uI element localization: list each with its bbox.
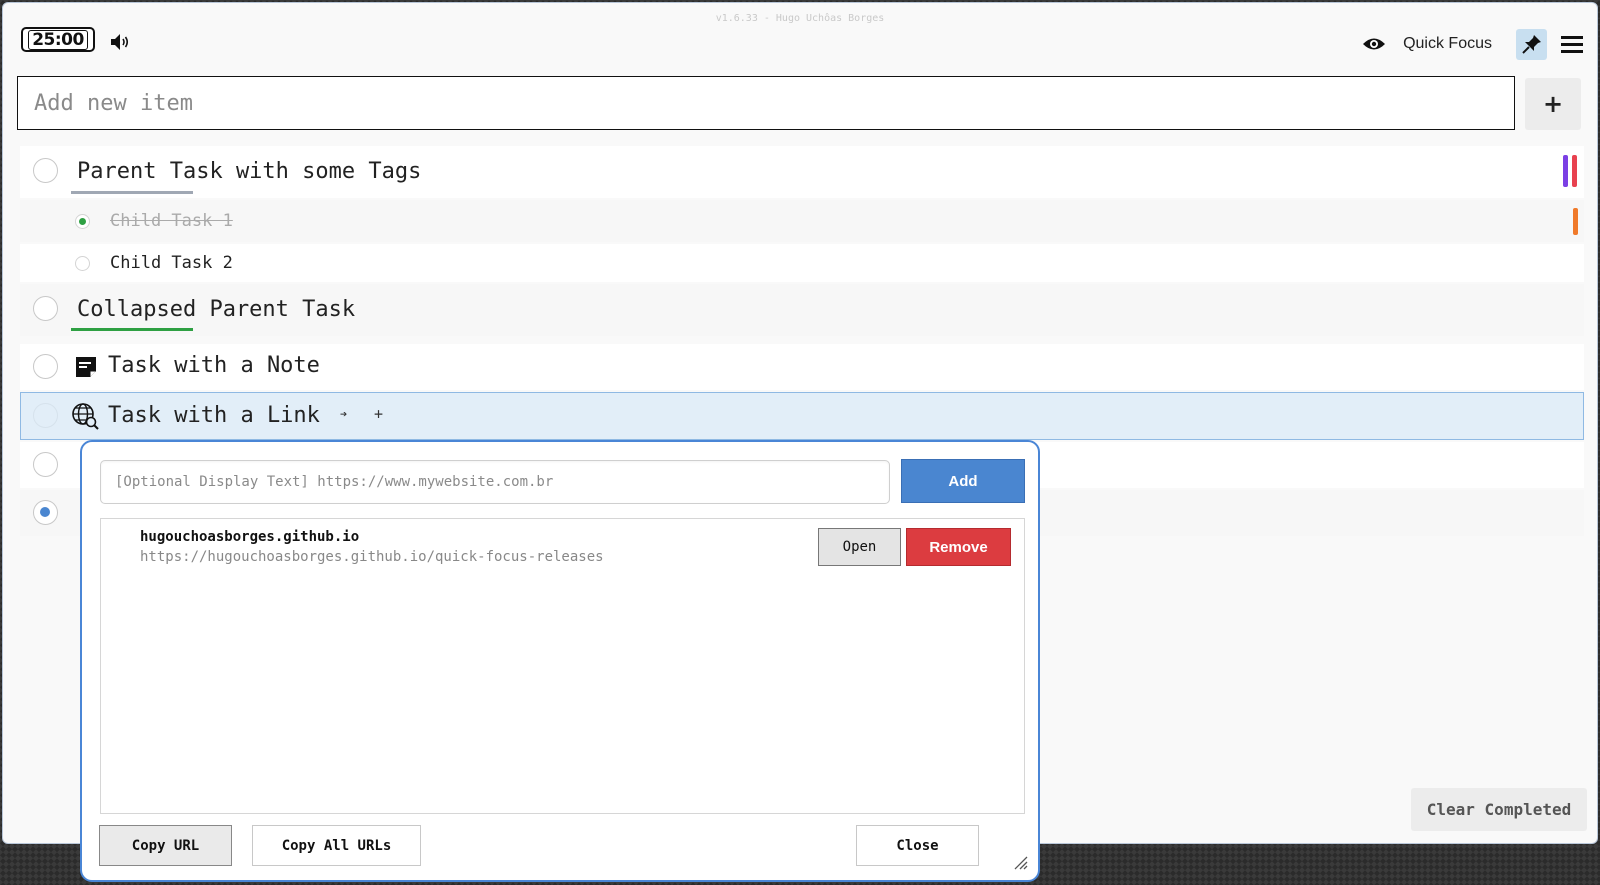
add-subtask-icon[interactable]: +: [374, 405, 383, 423]
subtask-label: Child Task 2: [110, 253, 233, 273]
clear-completed-button[interactable]: Clear Completed: [1411, 788, 1587, 831]
task-label: Collapsed Parent Task: [77, 297, 356, 322]
resize-handle-icon[interactable]: [1012, 854, 1028, 870]
pin-icon: [1521, 35, 1541, 54]
copy-all-urls-button[interactable]: Copy All URLs: [252, 825, 421, 866]
link-display-name: hugouchoasborges.github.io: [140, 529, 360, 545]
task-label: Task with a Link: [108, 403, 320, 428]
tag-marker: [1573, 208, 1578, 235]
hamburger-menu-icon[interactable]: [1557, 29, 1587, 59]
version-label: v1.6.33 - Hugo Uchôas Borges: [715, 13, 885, 24]
app-name-label: Quick Focus: [1403, 35, 1492, 52]
copy-url-button[interactable]: Copy URL: [99, 825, 232, 866]
task-checkbox[interactable]: [33, 354, 58, 379]
task-underline: [71, 328, 193, 331]
task-checkbox[interactable]: [33, 158, 58, 183]
add-item-input[interactable]: [17, 76, 1515, 130]
task-checkbox[interactable]: [33, 452, 58, 477]
eye-icon[interactable]: [1359, 29, 1389, 59]
task-row[interactable]: Parent Task with some Tags: [20, 146, 1584, 198]
subtask-row[interactable]: Child Task 1: [20, 200, 1584, 242]
speaker-icon[interactable]: [109, 31, 133, 57]
task-row[interactable]: Task with a Note: [20, 344, 1584, 390]
task-underline: [71, 191, 193, 194]
close-dialog-button[interactable]: Close: [856, 825, 979, 866]
subtask-row[interactable]: Child Task 2: [20, 244, 1584, 282]
globe-link-icon[interactable]: [71, 402, 99, 430]
task-label: Task with a Note: [108, 353, 320, 378]
task-checkbox[interactable]: [33, 296, 58, 321]
task-label: Parent Task with some Tags: [77, 159, 422, 184]
add-item-button[interactable]: +: [1525, 78, 1581, 130]
subtask-label: Child Task 1: [110, 211, 233, 231]
link-list: hugouchoasborges.github.io https://hugou…: [100, 518, 1025, 814]
tag-marker: [1563, 155, 1568, 187]
task-checkbox[interactable]: [33, 403, 58, 428]
subtask-checkbox[interactable]: [75, 256, 90, 271]
remove-link-button[interactable]: Remove: [906, 528, 1011, 566]
timer-display: 25:00: [28, 29, 88, 50]
link-manager-dialog: Add hugouchoasborges.github.io https://h…: [80, 440, 1040, 882]
arrow-right-icon[interactable]: ➔: [340, 407, 347, 421]
tag-marker: [1572, 155, 1577, 187]
add-link-button[interactable]: Add: [901, 459, 1025, 503]
task-row-selected[interactable]: Task with a Link ➔ +: [20, 392, 1584, 440]
note-icon[interactable]: [74, 355, 98, 379]
link-url-input[interactable]: [100, 460, 890, 504]
task-row[interactable]: Collapsed Parent Task: [20, 284, 1584, 336]
pin-button[interactable]: [1516, 28, 1547, 60]
task-checkbox[interactable]: [33, 500, 58, 525]
link-url-text: https://hugouchoasborges.github.io/quick…: [140, 549, 604, 565]
subtask-checkbox[interactable]: [75, 214, 90, 229]
pomodoro-timer-button[interactable]: 25:00: [21, 27, 95, 52]
open-link-button[interactable]: Open: [818, 528, 901, 566]
